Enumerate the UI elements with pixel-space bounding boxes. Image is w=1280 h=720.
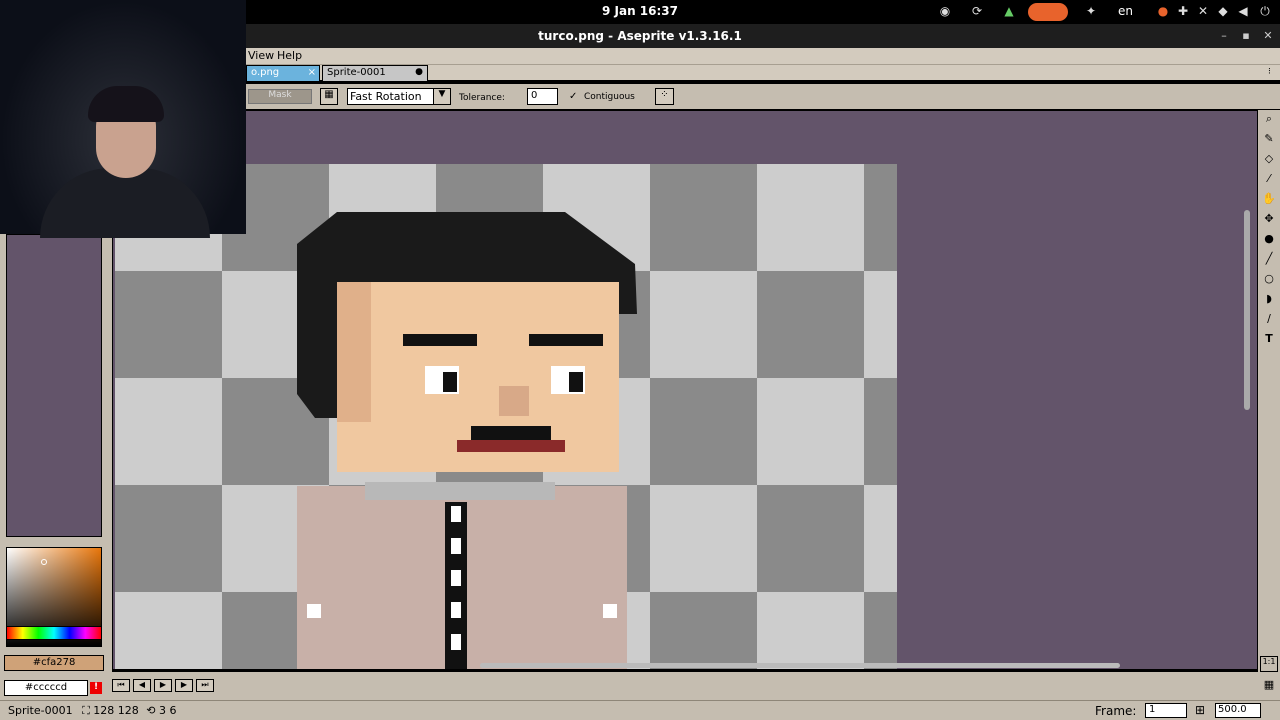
zoom-fit-icon[interactable]: 1:1 — [1260, 656, 1278, 672]
window-title: turco.png - Aseprite v1.3.16.1 — [538, 29, 742, 43]
ellipse-icon[interactable]: ○ — [1260, 272, 1278, 290]
previous-frame-button[interactable]: ◀ — [133, 679, 151, 692]
frame-label: Frame: — [1095, 704, 1137, 718]
keyboard-language[interactable]: en — [1118, 4, 1133, 18]
size-icon: ⛶ — [82, 704, 90, 717]
notifications-icon[interactable]: ✕ — [1194, 4, 1212, 18]
record-status-icon[interactable]: ◉ — [936, 4, 954, 18]
tab-modified-icon: ● — [415, 67, 423, 77]
tab-label: Sprite-0001 — [327, 67, 386, 78]
frame-input[interactable]: 1 — [1145, 703, 1187, 718]
hand-icon[interactable]: ✋ — [1260, 192, 1278, 210]
tolerance-label: Tolerance: — [459, 93, 505, 103]
tolerance-input[interactable]: 0 — [527, 88, 558, 105]
preview-icon[interactable]: ▦ — [1260, 678, 1278, 696]
eyedropper-icon[interactable]: ⁄ — [1260, 172, 1278, 190]
minimize-button[interactable]: – — [1216, 29, 1232, 43]
zoom-icon[interactable]: ⌕ — [1260, 112, 1278, 130]
screencast-indicator[interactable] — [1028, 3, 1068, 21]
play-button[interactable]: ▶ — [154, 679, 172, 692]
webcam-shoulders — [40, 168, 210, 238]
vertical-scrollbar[interactable] — [1244, 210, 1250, 410]
maximize-button[interactable]: ▪ — [1238, 29, 1254, 43]
webcam-hair — [88, 86, 164, 122]
color-picker-cursor[interactable] — [41, 559, 47, 565]
sprite-image — [115, 164, 897, 669]
wifi-icon[interactable]: ◆ — [1214, 4, 1232, 18]
pencil-icon[interactable]: ✎ — [1260, 132, 1278, 150]
move-icon[interactable]: ✥ — [1260, 212, 1278, 230]
accessibility-icon[interactable]: ✦ — [1082, 4, 1100, 18]
webcam-overlay — [0, 0, 246, 238]
tabs-menu-icon[interactable]: ⁝ — [1268, 67, 1271, 77]
status-sprite-name: Sprite-0001 — [8, 704, 73, 717]
tab-sprite-0001[interactable]: Sprite-0001 ● — [322, 65, 428, 81]
frames-icon: ⟲ — [146, 704, 156, 717]
zoom-input[interactable]: 500.0 — [1215, 703, 1261, 718]
line-icon[interactable]: ╱ — [1260, 252, 1278, 270]
new-frame-icon[interactable]: ⊞ — [1195, 703, 1205, 717]
status-size: 128 128 — [93, 704, 139, 717]
hue-slider[interactable] — [6, 626, 102, 640]
warning-icon[interactable]: ! — [90, 682, 102, 694]
contiguous-label[interactable]: Contiguous — [584, 92, 635, 102]
tab-turco-png[interactable]: o.png × — [246, 65, 320, 81]
tab-label: o.png — [251, 67, 280, 78]
horizontal-scrollbar[interactable] — [480, 663, 1120, 668]
mask-button[interactable]: Mask — [248, 89, 312, 104]
sprite-editor[interactable] — [112, 110, 1258, 670]
last-frame-button[interactable]: ⏭ — [196, 679, 214, 692]
eraser-icon[interactable]: ◇ — [1260, 152, 1278, 170]
pivot-grid-icon[interactable]: ▦ — [320, 88, 338, 105]
lock-icon[interactable]: ▲ — [1000, 4, 1018, 18]
bucket-icon[interactable]: ● — [1260, 232, 1278, 250]
menu-help[interactable]: Help — [277, 49, 302, 62]
tab-close-icon[interactable]: × — [308, 67, 316, 78]
system-clock[interactable]: 9 Jan 16:37 — [580, 4, 700, 18]
transparent-color-icon[interactable]: ⁘ — [655, 88, 674, 105]
next-frame-button[interactable]: ▶ — [175, 679, 193, 692]
update-icon[interactable]: ⟳ — [968, 4, 986, 18]
status-frames: 3 6 — [159, 704, 177, 717]
sprite-status: Sprite-0001 ⛶ 128 128 ⟲ 3 6 — [8, 704, 177, 718]
volume-icon[interactable]: ◀ — [1234, 4, 1252, 18]
blur-icon[interactable]: ∕ — [1260, 312, 1278, 330]
power-icon[interactable]: ⏻ — [1256, 4, 1274, 19]
chevron-down-icon[interactable]: ▼ — [433, 88, 451, 105]
contiguous-check-icon[interactable]: ✓ — [569, 91, 577, 102]
microphone-icon[interactable]: ● — [1154, 4, 1172, 18]
background-color-swatch[interactable]: #cccccd — [4, 680, 88, 696]
palette-area[interactable] — [6, 234, 102, 537]
text-icon[interactable]: T — [1260, 332, 1278, 350]
sprite-canvas[interactable] — [115, 164, 899, 669]
menu-view[interactable]: View — [248, 49, 274, 62]
close-window-button[interactable]: ✕ — [1260, 29, 1276, 43]
timeline-bar — [112, 672, 1258, 700]
foreground-color-swatch[interactable]: #cfa278 — [4, 655, 104, 671]
contour-icon[interactable]: ◗ — [1260, 292, 1278, 310]
network-icon[interactable]: ✚ — [1174, 4, 1192, 18]
status-bar: Sprite-0001 ⛶ 128 128 ⟲ 3 6 Frame: 1 ⊞ 5… — [0, 700, 1280, 720]
first-frame-button[interactable]: ⏮ — [112, 679, 130, 692]
